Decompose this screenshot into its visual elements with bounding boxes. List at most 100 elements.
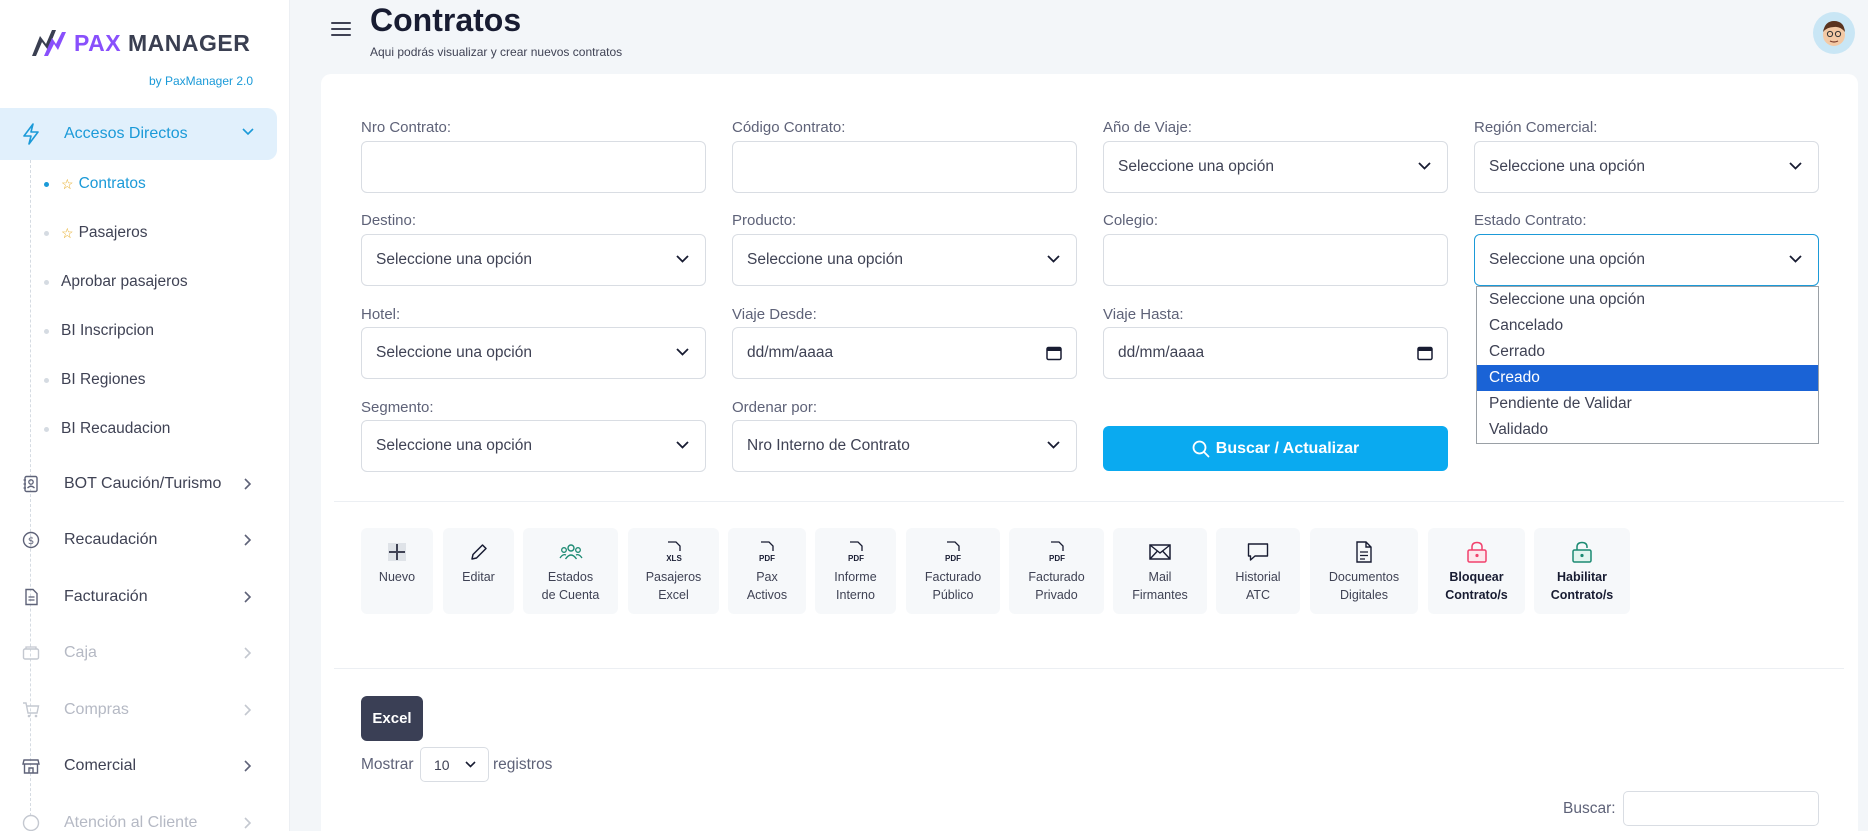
tool-label: Pasajeros Excel [645, 570, 702, 603]
chevron-down-icon [1047, 441, 1060, 449]
hotel-select[interactable]: Seleccione una opción [361, 327, 706, 379]
viaje-hasta-date[interactable]: dd/mm/aaaa [1103, 327, 1448, 379]
pasajeros-excel-button[interactable]: XLS Pasajeros Excel [628, 528, 719, 614]
select-value: Seleccione una opción [1489, 158, 1645, 175]
logo-mark-icon [32, 30, 66, 56]
nav-atencion-al-cliente[interactable]: Atención al Cliente [0, 803, 277, 831]
star-icon: ☆ [61, 224, 74, 241]
pdf-file-icon: PDF [1045, 540, 1069, 564]
chevron-right-icon [244, 591, 252, 603]
pencil-icon [467, 540, 491, 564]
sidebar-item-aprobar-pasajeros[interactable]: Aprobar pasajeros [44, 273, 188, 291]
brand-logo[interactable]: PAX MANAGER [30, 26, 250, 60]
estado-contrato-dropdown: Seleccione una opción Cancelado Cerrado … [1476, 286, 1819, 444]
bullet-dot [44, 328, 49, 334]
lock-icon [1465, 540, 1489, 564]
estado-contrato-select[interactable]: Seleccione una opción [1474, 234, 1819, 286]
pdf-file-icon: PDF [755, 540, 779, 564]
select-value: Seleccione una opción [747, 251, 903, 268]
nuevo-button[interactable]: Nuevo [361, 528, 433, 614]
select-value: Seleccione una opción [376, 251, 532, 268]
user-avatar[interactable] [1813, 12, 1855, 54]
cart-icon [23, 702, 40, 718]
select-value: Nro Interno de Contrato [747, 437, 910, 454]
dropdown-option-highlighted[interactable]: Creado [1477, 365, 1818, 391]
menu-toggle-icon[interactable] [331, 22, 351, 38]
producto-select[interactable]: Seleccione una opción [732, 234, 1077, 286]
region-comercial-select[interactable]: Seleccione una opción [1474, 141, 1819, 193]
dropdown-option[interactable]: Cancelado [1477, 313, 1818, 339]
pdf-file-icon: PDF [941, 540, 965, 564]
label-segmento: Segmento: [361, 399, 434, 416]
ordenar-por-select[interactable]: Nro Interno de Contrato [732, 420, 1077, 472]
nav-caja[interactable]: Caja [0, 633, 277, 673]
facturado-privado-button[interactable]: PDF Facturado Privado [1009, 528, 1104, 614]
sidebar-item-label: BI Inscripcion [61, 322, 155, 339]
calendar-icon[interactable] [1417, 345, 1433, 361]
pax-activos-button[interactable]: PDF Pax Activos [728, 528, 806, 614]
show-label: Mostrar [361, 756, 414, 773]
dropdown-option[interactable]: Pendiente de Validar [1477, 391, 1818, 417]
facturado-publico-button[interactable]: PDF Facturado Público [906, 528, 1000, 614]
segmento-select[interactable]: Seleccione una opción [361, 420, 706, 472]
excel-export-button[interactable]: Excel [361, 696, 423, 741]
calendar-icon[interactable] [1046, 345, 1062, 361]
nav-bot-caucion-turismo[interactable]: BOT Caución/Turismo [0, 464, 277, 504]
pdf-file-icon: PDF [844, 540, 868, 564]
colegio-input[interactable] [1103, 234, 1448, 286]
sidebar-item-contratos[interactable]: ☆ Contratos [44, 175, 146, 193]
estados-de-cuenta-button[interactable]: Estados de Cuenta [523, 528, 618, 614]
nav-recaudacion[interactable]: $ Recaudación [0, 520, 277, 560]
table-search-input[interactable] [1623, 791, 1819, 826]
sidebar-item-bi-recaudacion[interactable]: BI Recaudacion [44, 420, 170, 438]
dropdown-option[interactable]: Cerrado [1477, 339, 1818, 365]
xls-file-icon: XLS [662, 540, 686, 564]
bullet-dot [44, 426, 49, 432]
nav-label: Accesos Directos [64, 125, 188, 142]
tool-label: Habilitar Contrato/s [1550, 570, 1614, 603]
habilitar-contratos-button[interactable]: Habilitar Contrato/s [1534, 528, 1630, 614]
chevron-right-icon [244, 817, 252, 829]
sidebar-item-bi-inscripcion[interactable]: BI Inscripcion [44, 322, 154, 340]
contacts-book-icon [23, 475, 38, 493]
cash-box-icon [22, 646, 40, 660]
nav-label: Caja [64, 644, 97, 661]
dropdown-option[interactable]: Seleccione una opción [1477, 287, 1818, 313]
select-value: Seleccione una opción [376, 344, 532, 361]
nav-comercial[interactable]: Comercial [0, 746, 277, 786]
dropdown-option[interactable]: Validado [1477, 417, 1818, 443]
page-length-select[interactable]: 10 [420, 747, 489, 782]
editar-button[interactable]: Editar [443, 528, 514, 614]
viaje-desde-date[interactable]: dd/mm/aaaa [732, 327, 1077, 379]
label-hotel: Hotel: [361, 306, 401, 323]
informe-interno-button[interactable]: PDF Informe Interno [815, 528, 896, 614]
buscar-actualizar-button[interactable]: Buscar / Actualizar [1103, 426, 1448, 471]
chevron-down-icon [465, 761, 476, 768]
tool-label: Mail Firmantes [1132, 570, 1188, 603]
codigo-contrato-input[interactable] [732, 141, 1077, 193]
document-icon [1352, 540, 1376, 564]
sidebar-item-pasajeros[interactable]: ☆ Pasajeros [44, 224, 148, 242]
label-ordenar-por: Ordenar por: [732, 399, 818, 416]
table-search-label: Buscar: [1563, 800, 1616, 817]
documentos-digitales-button[interactable]: Documentos Digitales [1310, 528, 1418, 614]
mail-firmantes-button[interactable]: Mail Firmantes [1113, 528, 1207, 614]
bloquear-contratos-button[interactable]: Bloquear Contrato/s [1428, 528, 1525, 614]
anio-viaje-select[interactable]: Seleccione una opción [1103, 141, 1448, 193]
page-subtitle: Aqui podrás visualizar y crear nuevos co… [370, 45, 623, 59]
historial-atc-button[interactable]: Historial ATC [1216, 528, 1300, 614]
select-value: Seleccione una opción [1118, 158, 1274, 175]
nav-accesos-directos[interactable]: Accesos Directos [0, 108, 277, 160]
svg-text:PDF: PDF [945, 554, 961, 563]
tool-label: Facturado Privado [1028, 570, 1085, 603]
tool-label: Documentos Digitales [1328, 570, 1400, 603]
nav-label: Facturación [64, 588, 148, 605]
nav-facturacion[interactable]: Facturación [0, 577, 277, 617]
sidebar-item-bi-regiones[interactable]: BI Regiones [44, 371, 145, 389]
tool-label: Historial ATC [1235, 570, 1281, 603]
nav-compras[interactable]: Compras [0, 690, 277, 730]
destino-select[interactable]: Seleccione una opción [361, 234, 706, 286]
chevron-right-icon [244, 704, 252, 716]
mail-icon [1148, 540, 1172, 564]
nro-contrato-input[interactable] [361, 141, 706, 193]
